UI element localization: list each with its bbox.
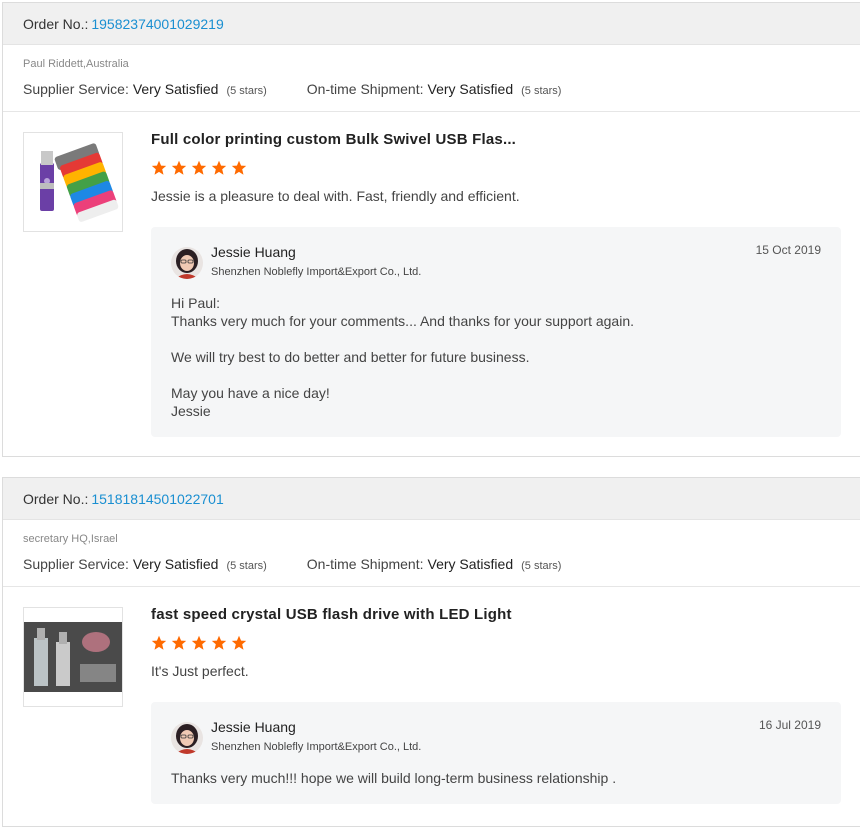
supplier-service-label: Supplier Service: bbox=[23, 81, 129, 97]
usb-swivel-image bbox=[40, 143, 119, 222]
shipment-stars: (5 stars) bbox=[521, 85, 562, 97]
review-meta: secretary HQ,Israel Supplier Service: Ve… bbox=[3, 520, 860, 587]
supplier-service-label: Supplier Service: bbox=[23, 556, 129, 572]
shipment-rating: On-time Shipment: Very Satisfied (5 star… bbox=[307, 81, 562, 97]
product-thumbnail[interactable] bbox=[23, 607, 123, 707]
shipment-value: Very Satisfied bbox=[427, 556, 514, 572]
star-icon bbox=[211, 635, 227, 650]
star-icon bbox=[171, 160, 187, 175]
star-icon bbox=[151, 635, 167, 650]
ratings-row: Supplier Service: Very Satisfied (5 star… bbox=[23, 556, 561, 572]
reply-date: 16 Jul 2019 bbox=[758, 718, 821, 732]
supplier-reply: Jessie Huang Shenzhen Noblefly Import&Ex… bbox=[151, 227, 841, 437]
reply-gap bbox=[171, 366, 634, 384]
order-label: Order No.: bbox=[23, 15, 89, 32]
order-number-link[interactable]: 19582374001029219 bbox=[91, 16, 223, 32]
reply-gap bbox=[171, 330, 634, 348]
order-bar: Order No.: 15181814501022701 bbox=[3, 478, 860, 520]
reply-text: Hi Paul: Thanks very much for your comme… bbox=[171, 294, 634, 420]
reply-line: We will try best to do better and better… bbox=[171, 349, 530, 365]
reply-line: Thanks very much!!! hope we will build l… bbox=[171, 770, 617, 786]
avatar-icon bbox=[171, 722, 203, 754]
star-rating bbox=[151, 160, 251, 176]
star-icon bbox=[231, 635, 247, 650]
avatar bbox=[171, 247, 203, 279]
avatar-icon bbox=[171, 247, 203, 279]
reply-line: Hi Paul: bbox=[171, 295, 221, 311]
supplier-reply: Jessie Huang Shenzhen Noblefly Import&Ex… bbox=[151, 702, 841, 804]
shipment-label: On-time Shipment: bbox=[306, 556, 424, 572]
reply-text: Thanks very much!!! hope we will build l… bbox=[171, 769, 616, 787]
shipment-label: On-time Shipment: bbox=[306, 81, 424, 97]
product-thumbnail[interactable] bbox=[23, 132, 123, 232]
reply-line: Thanks very much for your comments... An… bbox=[171, 313, 634, 329]
buyer-name: Paul Riddett,Australia bbox=[23, 58, 129, 70]
buyer-name: secretary HQ,Israel bbox=[23, 533, 118, 545]
product-title[interactable]: Full color printing custom Bulk Swivel U… bbox=[151, 131, 516, 148]
supplier-service-rating: Supplier Service: Very Satisfied (5 star… bbox=[23, 556, 267, 572]
supplier-service-value: Very Satisfied bbox=[132, 81, 219, 97]
replier-name: Jessie Huang bbox=[211, 719, 296, 735]
avatar bbox=[171, 722, 203, 754]
star-rating bbox=[151, 635, 251, 651]
order-bar: Order No.: 19582374001029219 bbox=[3, 3, 860, 45]
star-icon bbox=[191, 160, 207, 175]
product-title[interactable]: fast speed crystal USB flash drive with … bbox=[151, 606, 512, 623]
replier-company: Shenzhen Noblefly Import&Export Co., Ltd… bbox=[211, 266, 422, 278]
supplier-service-stars: (5 stars) bbox=[226, 85, 267, 97]
replier-name: Jessie Huang bbox=[211, 244, 296, 260]
star-icon bbox=[211, 160, 227, 175]
supplier-service-stars: (5 stars) bbox=[226, 560, 267, 572]
order-number-link[interactable]: 15181814501022701 bbox=[91, 491, 223, 507]
review-comment: It's Just perfect. bbox=[151, 663, 249, 679]
shipment-stars: (5 stars) bbox=[521, 560, 562, 572]
review-meta: Paul Riddett,Australia Supplier Service:… bbox=[3, 45, 860, 112]
star-icon bbox=[171, 635, 187, 650]
supplier-service-rating: Supplier Service: Very Satisfied (5 star… bbox=[23, 81, 267, 97]
ratings-row: Supplier Service: Very Satisfied (5 star… bbox=[23, 81, 561, 97]
star-icon bbox=[191, 635, 207, 650]
shipment-rating: On-time Shipment: Very Satisfied (5 star… bbox=[307, 556, 562, 572]
replier-company: Shenzhen Noblefly Import&Export Co., Ltd… bbox=[211, 741, 422, 753]
reply-line: Jessie bbox=[171, 403, 211, 419]
shipment-value: Very Satisfied bbox=[427, 81, 514, 97]
review-card: Order No.: 15181814501022701 secretary H… bbox=[2, 477, 860, 827]
star-icon bbox=[151, 160, 167, 175]
reply-date: 15 Oct 2019 bbox=[755, 243, 821, 257]
star-icon bbox=[231, 160, 247, 175]
review-comment: Jessie is a pleasure to deal with. Fast,… bbox=[151, 188, 520, 204]
supplier-service-value: Very Satisfied bbox=[132, 556, 219, 572]
order-label: Order No.: bbox=[23, 490, 89, 507]
reply-line: May you have a nice day! bbox=[171, 385, 330, 401]
crystal-usb-image bbox=[24, 622, 122, 692]
review-card: Order No.: 19582374001029219 Paul Riddet… bbox=[2, 2, 860, 457]
